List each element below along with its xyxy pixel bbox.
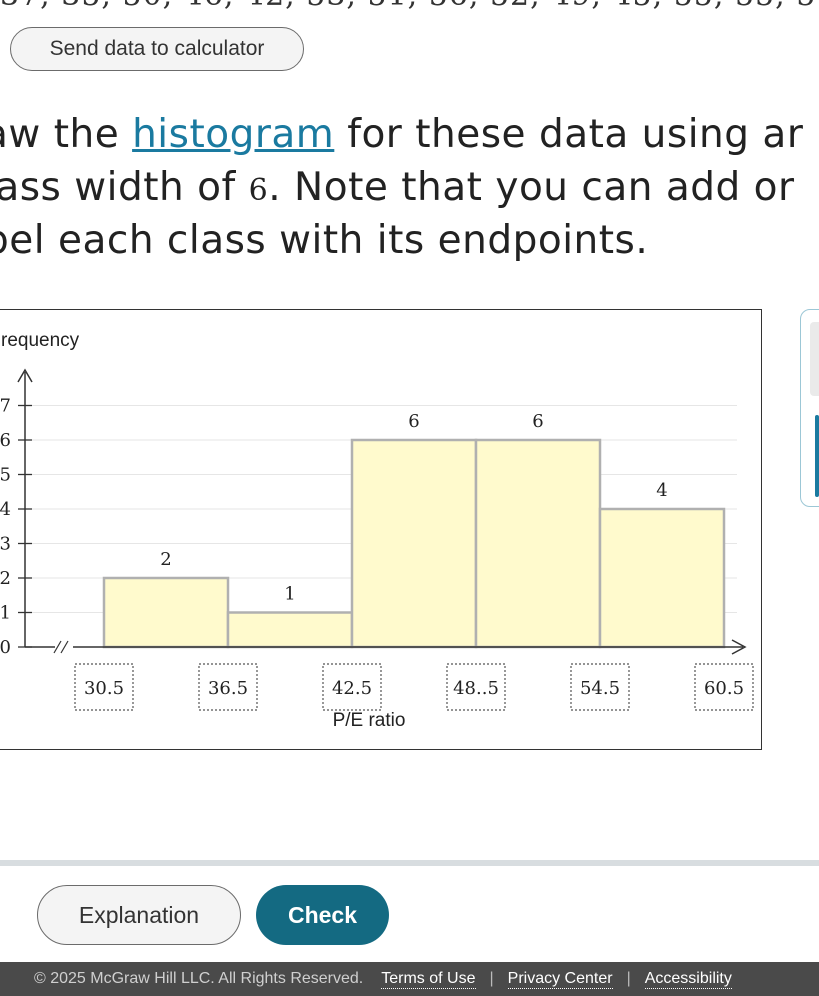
side-tool-tab[interactable] xyxy=(810,322,819,396)
histogram-chart[interactable]: 01234567 216 6430.5 36.5 42.5 48..5 54.5 60.5 … xyxy=(0,310,762,750)
footer-bar: © 2025 McGraw Hill LLC. All Rights Reser… xyxy=(0,962,819,996)
y-tick-label: 5 xyxy=(0,465,11,486)
boundary-label: 30.5 xyxy=(84,678,124,699)
x-axis-label: P/E ratio xyxy=(333,710,406,731)
side-tool-panel[interactable] xyxy=(800,309,819,507)
accessibility-link[interactable]: Accessibility xyxy=(644,970,732,989)
footer-separator: | xyxy=(626,970,631,987)
send-data-to-calculator-button[interactable]: Send data to calculator xyxy=(10,27,304,71)
explanation-button[interactable]: Explanation xyxy=(37,885,241,945)
histogram-link[interactable]: histogram xyxy=(132,112,334,157)
question-line-2: lass width of 6. Note that you can add o… xyxy=(0,165,795,210)
boundary-label: 48..5 xyxy=(453,678,499,699)
histogram-bar[interactable] xyxy=(598,507,726,649)
axis-break-icon xyxy=(53,640,69,654)
histogram-bar[interactable] xyxy=(350,438,478,649)
boundary-label: 42.5 xyxy=(332,678,372,699)
question-line-3: bel each class with its endpoints. xyxy=(0,218,649,263)
y-tick-label: 2 xyxy=(0,568,11,589)
footer-separator: | xyxy=(489,970,494,987)
question-text: aw the histogram for these data using ar… xyxy=(0,108,819,267)
y-tick-label: 3 xyxy=(0,534,11,555)
bar-value-label: 1 xyxy=(284,584,295,605)
y-tick-label: 6 xyxy=(0,430,11,451)
question-line-1: aw the histogram for these data using ar xyxy=(0,112,804,157)
y-tick-label: 7 xyxy=(0,396,11,417)
class-width-value: 6 xyxy=(248,173,269,208)
boundary-label: 36.5 xyxy=(208,678,248,699)
y-tick-label: 0 xyxy=(0,637,11,658)
terms-of-use-link[interactable]: Terms of Use xyxy=(381,970,476,989)
side-tool-active-indicator xyxy=(815,415,819,497)
histogram-bar[interactable] xyxy=(102,576,230,649)
check-button[interactable]: Check xyxy=(256,885,389,945)
boundary-label: 54.5 xyxy=(580,678,620,699)
privacy-center-link[interactable]: Privacy Center xyxy=(507,970,613,989)
bar-value-label: 4 xyxy=(656,480,667,501)
bar-value-label: 6 xyxy=(408,411,419,432)
data-values-row: 37, 35, 50, 46, 42, 53, 51, 56, 52, 49, … xyxy=(0,0,819,12)
bar-value-label: 2 xyxy=(160,549,171,570)
boundary-label: 60.5 xyxy=(704,678,744,699)
histogram-graph-panel[interactable]: 01234567 2 1 6 6 4 30.5 36.5 42.5 48..5 54.5 60.5 … xyxy=(0,309,762,750)
histogram-bar[interactable] xyxy=(474,438,602,649)
copyright-text: © 2025 McGraw Hill LLC. All Rights Reser… xyxy=(34,970,364,987)
y-axis-label: requency xyxy=(1,330,80,351)
histogram-bar[interactable] xyxy=(226,611,354,649)
y-tick-label: 1 xyxy=(0,603,11,624)
y-tick-label: 4 xyxy=(0,499,11,520)
bar-value-label: 6 xyxy=(532,411,543,432)
